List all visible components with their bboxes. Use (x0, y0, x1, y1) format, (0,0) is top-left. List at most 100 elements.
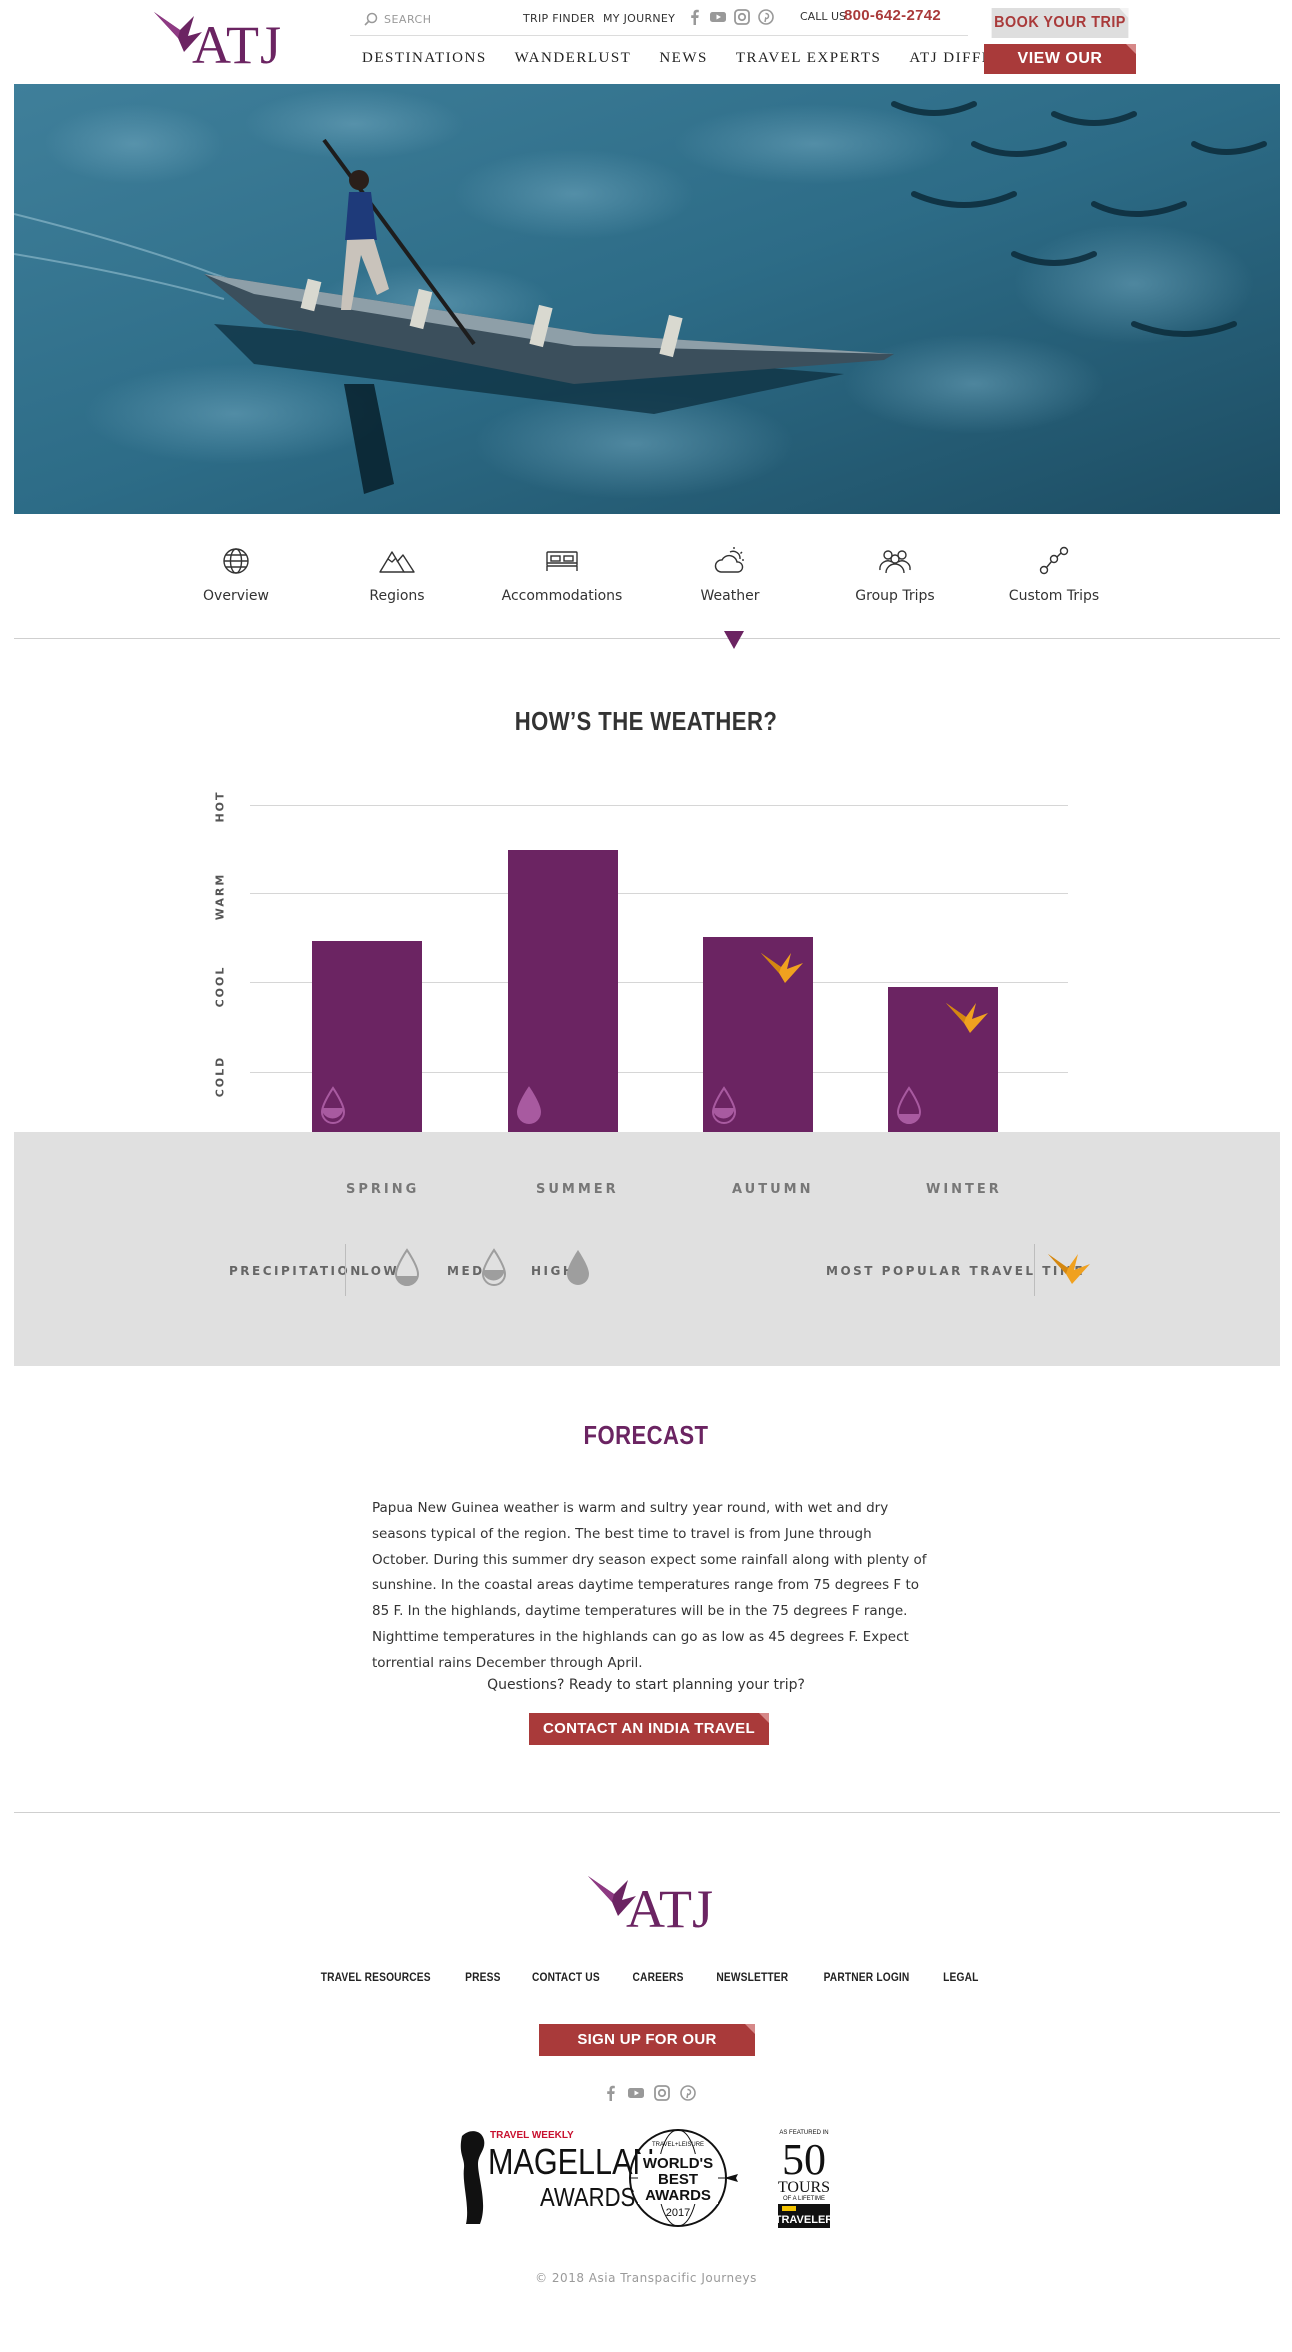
hero-image (14, 84, 1280, 514)
tab-overview[interactable]: Overview (166, 544, 306, 604)
footer-link-press[interactable]: PRESS (465, 1970, 500, 1984)
contact-expert-label: CONTACT AN INDIA TRAVEL EXPERT (543, 1720, 755, 1769)
footer-divider (14, 1812, 1280, 1813)
precipitation-med-icon (711, 1086, 737, 1124)
legend-divider (345, 1244, 346, 1296)
button-corner-fold (745, 2024, 755, 2034)
search-placeholder: SEARCH (384, 12, 432, 26)
wba-line3-text: AWARDS (645, 2187, 711, 2204)
route-icon (1039, 546, 1069, 575)
pinterest-icon[interactable] (680, 2085, 696, 2101)
awards-strip: TRAVEL WEEKLY MAGELLAN AWARDS TRAVEL+LEI… (456, 2126, 846, 2230)
precipitation-legend-label: PRECIPITATION (229, 1264, 363, 1278)
magellan-top-text: TRAVEL WEEKLY (490, 2130, 574, 2141)
nav-travel-experts[interactable]: TRAVEL EXPERTS (736, 50, 882, 67)
nav-destinations[interactable]: DESTINATIONS (362, 50, 487, 67)
season-label-summer: SUMMER (536, 1182, 619, 1197)
tab-weather-label: Weather (700, 588, 760, 604)
footer-link-partner-login[interactable]: PARTNER LOGIN (824, 1970, 910, 1984)
weather-chart: HOT WARM COOL COLD (0, 760, 1292, 1132)
tab-regions-label: Regions (369, 588, 425, 604)
active-tab-pointer (724, 631, 744, 649)
tab-regions[interactable]: Regions (327, 544, 467, 604)
weather-heading: HOW’S THE WEATHER? (514, 706, 778, 736)
main-nav: DESTINATIONS WANDERLUST NEWS TRAVEL EXPE… (362, 50, 1077, 67)
season-label-winter: WINTER (926, 1182, 1002, 1197)
view-catalog-button[interactable]: VIEW OUR CATALOG (984, 44, 1136, 97)
facebook-icon[interactable] (604, 2085, 618, 2101)
footer-link-careers[interactable]: CAREERS (632, 1970, 683, 1984)
pinterest-icon[interactable] (758, 9, 774, 25)
button-corner-fold (1126, 44, 1136, 54)
group-icon (879, 550, 911, 574)
drop-low-icon (394, 1248, 420, 1286)
awards-badges: TRAVEL WEEKLY MAGELLAN AWARDS TRAVEL+LEI… (460, 2129, 834, 2228)
planning-question: Questions? Ready to start planning your … (487, 1677, 805, 1693)
destination-tabs: Overview Regions Accommodations Weather … (14, 514, 1280, 638)
footer-nav: TRAVEL RESOURCES PRESS CONTACT US CAREER… (0, 1970, 1292, 1984)
footer-link-travel-resources[interactable]: TRAVEL RESOURCES (321, 1970, 431, 1984)
t50-brand-text: TRAVELER (775, 2214, 834, 2226)
tab-group-trips[interactable]: Group Trips (825, 544, 965, 604)
instagram-icon[interactable] (654, 2085, 670, 2101)
most-popular-crane-icon (946, 1002, 988, 1033)
footer-logo-wordmark: ATJ (626, 1879, 714, 1939)
atj-logo[interactable]: ATJ (152, 6, 282, 76)
precipitation-low-icon (896, 1086, 922, 1124)
footer-link-newsletter[interactable]: NEWSLETTER (716, 1970, 788, 1984)
drop-high-icon (567, 1250, 589, 1285)
site-header: ATJ SEARCH TRIP FINDER MY JOURNEY CALL U… (0, 0, 1292, 97)
search-input[interactable]: SEARCH (364, 10, 514, 28)
header-divider (350, 35, 968, 36)
y-label-hot: HOT (213, 790, 227, 823)
cloud-sun-icon (714, 547, 744, 573)
nav-wanderlust[interactable]: WANDERLUST (515, 50, 632, 67)
gridline (250, 893, 1068, 894)
most-popular-legend-label: MOST POPULAR TRAVEL TIME (826, 1264, 1086, 1278)
youtube-icon[interactable] (628, 2085, 644, 2101)
button-corner-fold (1119, 8, 1129, 18)
nav-news[interactable]: NEWS (659, 50, 708, 67)
footer-atj-logo[interactable]: ATJ (586, 1870, 716, 1940)
50-tours-badge: AS FEATURED IN 50 TOURS OF A LIFETIME TR… (775, 2130, 834, 2228)
call-us-label: CALL US (800, 10, 846, 23)
wba-line1-text: WORLD'S (643, 2155, 713, 2172)
y-label-warm: WARM (213, 872, 227, 921)
bed-icon (546, 551, 578, 571)
season-label-autumn: AUTUMN (732, 1182, 814, 1197)
t50-line2-text: OF A LIFETIME (783, 2196, 825, 2202)
youtube-icon[interactable] (710, 9, 726, 25)
tabs-divider (14, 638, 1280, 639)
my-journey-link[interactable]: MY JOURNEY (603, 12, 675, 25)
boatman-on-water-photo (14, 84, 1280, 514)
precipitation-med-icon (320, 1086, 346, 1124)
legend-med-label: MED (447, 1264, 485, 1278)
mountains-icon (379, 551, 415, 573)
chart-legend-band: SPRING SUMMER AUTUMN WINTER PRECIPITATIO… (14, 1132, 1280, 1366)
button-corner-fold (759, 1713, 769, 1723)
forecast-heading: FORECAST (583, 1420, 709, 1450)
trip-finder-link[interactable]: TRIP FINDER (523, 12, 595, 25)
newsletter-signup-label: SIGN UP FOR OUR NEWSLETTER (577, 2031, 717, 2080)
gridline (250, 805, 1068, 806)
magellan-awards-badge: TRAVEL WEEKLY MAGELLAN AWARDS (460, 2130, 655, 2224)
tab-custom-trips[interactable]: Custom Trips (984, 544, 1124, 604)
legend-divider (1034, 1244, 1035, 1296)
wba-top-text: TRAVEL+LEISURE (652, 2142, 704, 2148)
t50-number-text: 50 (782, 2135, 826, 2184)
facebook-icon[interactable] (688, 9, 702, 25)
book-your-trip-button[interactable]: BOOK YOUR TRIP (991, 8, 1129, 38)
footer-link-contact-us[interactable]: CONTACT US (532, 1970, 600, 1984)
contact-expert-button[interactable]: CONTACT AN INDIA TRAVEL EXPERT (529, 1713, 769, 1769)
instagram-icon[interactable] (734, 9, 750, 25)
newsletter-signup-button[interactable]: SIGN UP FOR OUR NEWSLETTER (539, 2024, 755, 2080)
tab-overview-label: Overview (203, 588, 269, 604)
copyright: © 2018 Asia Transpacific Journeys (535, 2271, 757, 2285)
tab-accommodations[interactable]: Accommodations (492, 544, 632, 604)
wba-year-text: 2017 (666, 2207, 690, 2219)
tab-custom-trips-label: Custom Trips (1008, 588, 1100, 604)
tab-weather[interactable]: Weather (660, 544, 800, 604)
footer-link-legal[interactable]: LEGAL (943, 1970, 978, 1984)
phone-number[interactable]: 800-642-2742 (844, 7, 941, 24)
y-label-cool: COOL (213, 965, 227, 1008)
